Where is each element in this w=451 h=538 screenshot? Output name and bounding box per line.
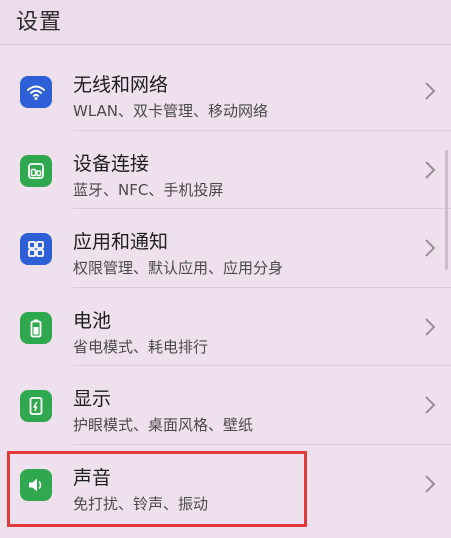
settings-item-title: 设备连接 [73,152,150,175]
settings-item-title: 无线和网络 [73,74,169,96]
settings-item-subtitle: WLAN、双卡管理、移动网络 [73,102,269,120]
settings-item-device-connection[interactable]: 设备连接 蓝牙、NFC、手机投屏 [0,131,451,209]
apps-grid-icon [20,233,52,265]
battery-icon [20,311,52,344]
wifi-icon [20,76,52,108]
device-connect-icon [20,154,52,187]
settings-item-title: 电池 [73,309,112,332]
settings-item-subtitle: 蓝牙、NFC、手机投屏 [73,180,224,199]
scrollbar[interactable] [445,150,448,270]
settings-item-battery[interactable]: 电池 省电模式、耗电排行 [0,288,451,366]
chevron-right-icon [425,396,436,414]
settings-item-subtitle: 护眼模式、桌面风格、壁纸 [73,416,254,434]
settings-item-title: 应用和通知 [73,231,169,253]
chevron-right-icon [425,82,436,100]
settings-item-wireless-network[interactable]: 无线和网络 WLAN、双卡管理、移动网络 [0,52,451,131]
chevron-right-icon [425,317,436,336]
settings-item-subtitle: 权限管理、默认应用、应用分身 [73,259,284,277]
display-icon [20,390,52,422]
settings-item-subtitle: 省电模式、耗电排行 [73,337,209,356]
chevron-right-icon [425,239,436,257]
settings-item-title: 显示 [73,388,112,410]
app-header: 设置 [0,0,451,45]
chevron-right-icon [425,474,436,493]
page-title: 设置 [16,10,63,35]
settings-item-display[interactable]: 显示 护眼模式、桌面风格、壁纸 [0,366,451,445]
highlight-box [7,451,307,527]
settings-item-apps-notifications[interactable]: 应用和通知 权限管理、默认应用、应用分身 [0,209,451,288]
chevron-right-icon [425,160,436,179]
